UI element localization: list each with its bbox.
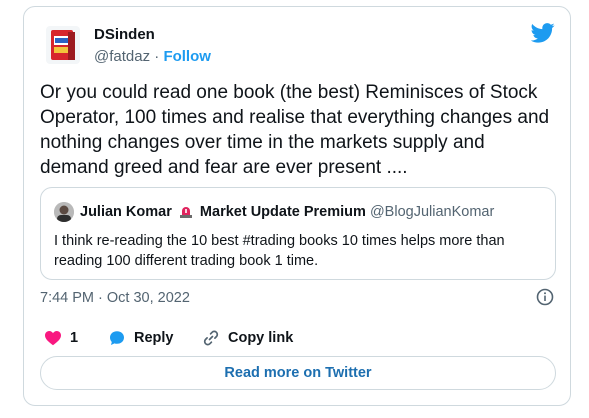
info-icon[interactable] — [536, 288, 554, 306]
read-more-button[interactable]: Read more on Twitter — [40, 356, 556, 390]
copy-link-label: Copy link — [228, 330, 294, 346]
author-avatar[interactable] — [46, 26, 80, 64]
reply-button[interactable]: Reply — [108, 329, 174, 347]
author-handle[interactable]: @fatdaz — [94, 48, 150, 65]
quoted-tweet[interactable]: Julian Komar Market Update Premium @Blog… — [40, 187, 556, 280]
quoted-header: Julian Komar Market Update Premium @Blog… — [80, 204, 494, 220]
author-name[interactable]: DSinden — [94, 26, 155, 43]
separator-dot: · — [150, 48, 164, 65]
link-icon — [203, 330, 219, 346]
quoted-author-name: Julian Komar — [80, 204, 172, 220]
quoted-text: I think re-reading the 10 best #trading … — [54, 233, 505, 269]
reply-label: Reply — [134, 330, 174, 346]
speech-bubble-icon — [110, 331, 124, 345]
quoted-author-name-suffix: Market Update Premium — [199, 204, 366, 220]
twitter-bird-icon[interactable] — [531, 23, 555, 43]
like-count: 1 — [70, 330, 79, 346]
tweet-timestamp[interactable]: 7:44 PM · Oct 30, 2022 — [40, 290, 190, 306]
author-handle-line: @fatdaz · Follow — [94, 48, 211, 65]
copy-link-button[interactable]: Copy link — [202, 329, 293, 347]
tweet-text: Or you could read one book (the best) Re… — [40, 82, 550, 178]
heart-icon — [45, 331, 61, 346]
siren-icon — [179, 207, 192, 218]
follow-button[interactable]: Follow — [163, 48, 211, 65]
quoted-author-avatar — [54, 202, 74, 222]
like-button[interactable]: 1 — [44, 329, 78, 347]
quoted-author-handle: @BlogJulianKomar — [369, 204, 495, 220]
embedded-tweet-card: DSinden @fatdaz · Follow Or you could re… — [23, 6, 571, 406]
